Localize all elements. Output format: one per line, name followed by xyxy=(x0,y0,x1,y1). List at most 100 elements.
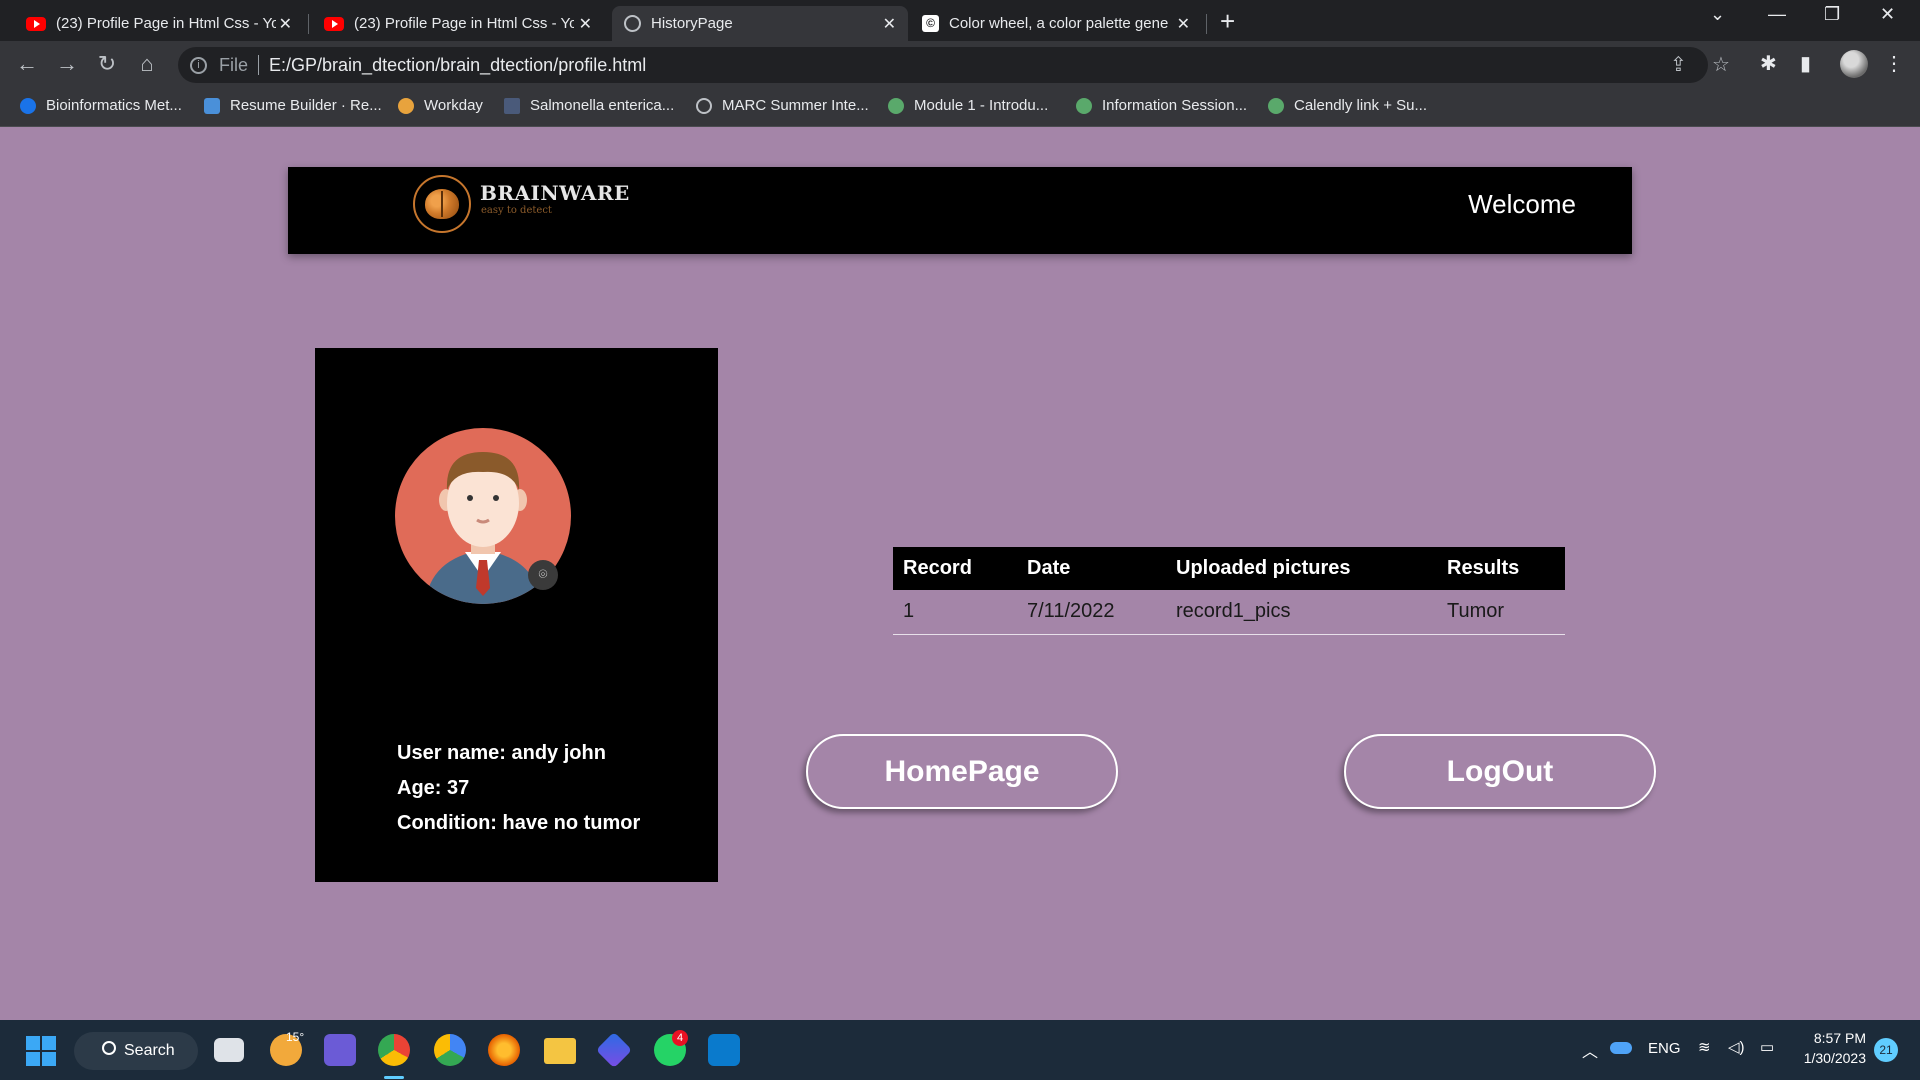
record-cell: 1 xyxy=(893,590,1017,635)
teams-chat-icon[interactable] xyxy=(324,1034,356,1066)
bookmark-item[interactable]: Module 1 - Introdu... xyxy=(888,97,1048,114)
tab-color-wheel[interactable]: © Color wheel, a color palette gene ✕ xyxy=(910,6,1202,41)
camera-icon[interactable]: ⌾ xyxy=(528,560,558,590)
records-table: Record Date Uploaded pictures Results 1 … xyxy=(893,547,1565,635)
bookmark-label: Information Session... xyxy=(1102,97,1248,114)
vscode-icon[interactable] xyxy=(708,1034,740,1066)
new-tab-button[interactable]: + xyxy=(1220,6,1235,36)
minimize-icon[interactable]: — xyxy=(1768,4,1786,25)
wifi-icon[interactable]: ≋ xyxy=(1698,1038,1711,1056)
bookmark-item[interactable]: Calendly link + Su... xyxy=(1268,97,1427,114)
whatsapp-badge: 4 xyxy=(672,1030,688,1046)
uploaded-pictures-cell[interactable]: record1_pics xyxy=(1166,590,1437,635)
brain-logo-icon[interactable] xyxy=(413,175,471,233)
chrome-profile-icon[interactable] xyxy=(434,1034,466,1066)
column-header-date: Date xyxy=(1017,547,1166,590)
globe-icon xyxy=(624,15,641,32)
tab-title: (23) Profile Page in Html Css - Yo xyxy=(56,15,276,32)
tab-title: Color wheel, a color palette gene xyxy=(949,15,1169,32)
bookmark-item[interactable]: Salmonella enterica... xyxy=(504,97,674,114)
tab-close-icon[interactable]: ✕ xyxy=(883,14,896,34)
windows-taskbar: Search 15° 4 ︿ ENG ≋ ◁) ▭ 8:57 PM 1/30/2… xyxy=(0,1020,1920,1080)
globe-icon xyxy=(696,97,712,114)
tab-title: (23) Profile Page in Html Css - Yo xyxy=(354,15,574,32)
firefox-icon[interactable] xyxy=(488,1034,520,1066)
tab-youtube-2[interactable]: (23) Profile Page in Html Css - Yo ✕ xyxy=(312,6,604,41)
youtube-icon xyxy=(324,16,344,31)
clock-time[interactable]: 8:57 PM xyxy=(1800,1030,1866,1046)
tab-history-page[interactable]: HistoryPage ✕ xyxy=(612,6,908,41)
clock-date[interactable]: 1/30/2023 xyxy=(1796,1050,1866,1066)
onedrive-icon[interactable] xyxy=(1610,1042,1632,1054)
side-panel-icon[interactable]: ▮ xyxy=(1800,51,1811,76)
homepage-button[interactable]: HomePage xyxy=(806,734,1118,809)
bookmark-bulb-icon xyxy=(1076,97,1092,114)
logout-button[interactable]: LogOut xyxy=(1344,734,1656,809)
workday-icon xyxy=(398,97,414,114)
bookmark-item[interactable]: Information Session... xyxy=(1076,97,1247,114)
bookmark-label: Workday xyxy=(424,97,483,114)
chrome-icon[interactable] xyxy=(378,1034,410,1066)
brand-name: BRAINWARE xyxy=(480,181,630,205)
notification-count-badge[interactable]: 21 xyxy=(1874,1038,1898,1062)
address-bar[interactable]: i File E:/GP/brain_dtection/brain_dtecti… xyxy=(178,47,1708,83)
menu-kebab-icon[interactable]: ⋮ xyxy=(1884,51,1904,76)
column-header-results: Results xyxy=(1437,547,1565,590)
tab-close-icon[interactable]: ✕ xyxy=(579,14,592,34)
bookmark-item[interactable]: MARC Summer Inte... xyxy=(696,97,869,114)
bookmark-bulb-icon xyxy=(1268,97,1284,114)
bookmarks-bar: Bioinformatics Met... Resume Builder · R… xyxy=(0,89,1920,127)
column-header-uploaded-pictures: Uploaded pictures xyxy=(1166,547,1437,590)
close-window-icon[interactable]: ✕ xyxy=(1880,4,1895,25)
bookmark-item[interactable]: Resume Builder · Re... xyxy=(204,97,382,114)
tab-divider xyxy=(1206,14,1207,34)
tab-close-icon[interactable]: ✕ xyxy=(279,14,292,34)
windows-start-icon[interactable] xyxy=(26,1036,56,1066)
profile-avatar-icon[interactable] xyxy=(1840,50,1868,78)
restore-icon[interactable]: ❐ xyxy=(1824,4,1840,25)
address-url: E:/GP/brain_dtection/brain_dtection/prof… xyxy=(269,54,647,75)
show-hidden-icons-chevron-icon[interactable]: ︿ xyxy=(1582,1038,1598,1062)
bookmark-item[interactable]: Bioinformatics Met... xyxy=(20,97,182,114)
copilot-icon[interactable] xyxy=(595,1031,633,1069)
condition-label: Condition: have no tumor xyxy=(397,812,641,834)
volume-icon[interactable]: ◁) xyxy=(1728,1038,1745,1056)
task-view-icon[interactable] xyxy=(214,1038,244,1062)
youtube-icon xyxy=(26,16,46,31)
bookmark-item[interactable]: Workday xyxy=(398,97,483,114)
back-arrow-icon[interactable]: ← xyxy=(12,51,42,77)
extensions-icon[interactable]: ✱ xyxy=(1760,51,1777,76)
site-header: BRAINWARE easy to detect Welcome xyxy=(288,167,1632,254)
site-info-icon[interactable]: i xyxy=(190,56,207,74)
brand-tagline: easy to detect xyxy=(481,205,552,216)
column-header-record: Record xyxy=(893,547,1017,590)
age-label: Age: 37 xyxy=(397,777,470,799)
home-icon[interactable]: ⌂ xyxy=(132,51,162,77)
bookmark-star-icon[interactable]: ☆ xyxy=(1712,52,1730,77)
color-wheel-icon: © xyxy=(922,15,939,32)
forward-arrow-icon[interactable]: → xyxy=(52,51,82,77)
bookmark-label: Module 1 - Introdu... xyxy=(914,97,1049,114)
address-scheme: File xyxy=(219,54,249,75)
weather-temperature: 15° xyxy=(286,1030,305,1044)
address-divider xyxy=(258,55,260,75)
battery-icon[interactable]: ▭ xyxy=(1760,1038,1774,1056)
tab-close-icon[interactable]: ✕ xyxy=(1177,14,1190,34)
browser-toolbar: ← → ↻ ⌂ i File E:/GP/brain_dtection/brai… xyxy=(0,41,1920,89)
welcome-link[interactable]: Welcome xyxy=(1468,189,1576,220)
reload-icon[interactable]: ↻ xyxy=(92,51,122,77)
bookmark-label: Resume Builder · Re... xyxy=(230,97,382,114)
tab-youtube-1[interactable]: (23) Profile Page in Html Css - Yo ✕ xyxy=(14,6,304,41)
language-indicator[interactable]: ENG xyxy=(1648,1040,1681,1057)
search-label: Search xyxy=(124,1042,175,1059)
profile-card: ⌾ User name: andy john Age: 37 Condition… xyxy=(315,348,718,882)
table-row: 1 7/11/2022 record1_pics Tumor xyxy=(893,590,1565,635)
tab-title: HistoryPage xyxy=(651,15,733,32)
results-cell: Tumor xyxy=(1437,590,1565,635)
file-explorer-icon[interactable] xyxy=(544,1038,576,1064)
bookmark-page-icon xyxy=(504,97,520,114)
date-cell: 7/11/2022 xyxy=(1017,590,1166,635)
tab-search-chevron-icon[interactable]: ⌄ xyxy=(1710,4,1725,25)
taskbar-search[interactable]: Search xyxy=(74,1032,198,1070)
share-icon[interactable]: ⇪ xyxy=(1670,52,1687,77)
